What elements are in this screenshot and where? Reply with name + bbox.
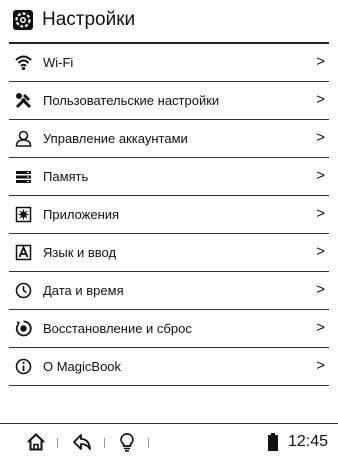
settings-item-wifi[interactable]: Wi-Fi > [9, 44, 329, 82]
settings-item-date-time[interactable]: Дата и время > [9, 272, 329, 310]
settings-item-label: Управление аккаунтами [43, 131, 188, 146]
settings-item-label: Пользовательские настройки [43, 93, 220, 108]
settings-list: Wi-Fi > Пользовательские настройки > Упр… [0, 44, 338, 386]
chevron-right-icon: > [316, 205, 325, 222]
settings-item-label: Wi-Fi [43, 55, 74, 70]
settings-gear-icon [13, 10, 33, 30]
chevron-right-icon: > [316, 129, 325, 146]
tools-icon [15, 93, 32, 109]
chevron-right-icon: > [316, 167, 325, 184]
separator [57, 438, 58, 448]
settings-item-label: Память [43, 169, 89, 184]
storage-icon [16, 171, 31, 183]
settings-item-label: Язык и ввод [43, 245, 117, 260]
wifi-icon [15, 55, 32, 71]
settings-item-label: Восстановление и сброс [43, 321, 192, 336]
settings-item-reset[interactable]: Восстановление и сброс > [9, 310, 329, 348]
chevron-right-icon: > [316, 91, 325, 108]
chevron-right-icon: > [316, 243, 325, 260]
clock-icon [15, 282, 32, 299]
back-icon[interactable] [72, 432, 92, 452]
separator [148, 438, 149, 448]
info-icon [15, 358, 32, 375]
chevron-right-icon: > [316, 319, 325, 336]
separator [104, 438, 105, 448]
settings-item-storage[interactable]: Память > [9, 158, 329, 196]
status-time: 12:45 [288, 433, 329, 450]
page-title: Настройки [42, 9, 136, 30]
apps-icon [15, 206, 32, 223]
light-bulb-icon[interactable] [117, 432, 137, 452]
bottom-bar: 12:45 [0, 424, 338, 459]
settings-item-user-preferences[interactable]: Пользовательские настройки > [9, 82, 329, 120]
chevron-right-icon: > [316, 53, 325, 70]
settings-item-language[interactable]: Язык и ввод > [9, 234, 329, 272]
user-icon [15, 130, 32, 147]
chevron-right-icon: > [316, 281, 325, 298]
settings-item-label: Дата и время [43, 283, 124, 298]
settings-item-label: Приложения [43, 207, 120, 222]
language-icon [15, 244, 32, 261]
settings-item-accounts[interactable]: Управление аккаунтами > [9, 120, 329, 158]
settings-item-label: O MagicBook [43, 359, 122, 374]
header: Настройки [0, 0, 338, 44]
reset-icon [15, 320, 32, 337]
settings-item-apps[interactable]: Приложения > [9, 196, 329, 234]
chevron-right-icon: > [316, 357, 325, 374]
settings-item-about[interactable]: O MagicBook > [9, 348, 329, 386]
battery-icon [268, 433, 278, 451]
home-icon[interactable] [26, 432, 46, 452]
